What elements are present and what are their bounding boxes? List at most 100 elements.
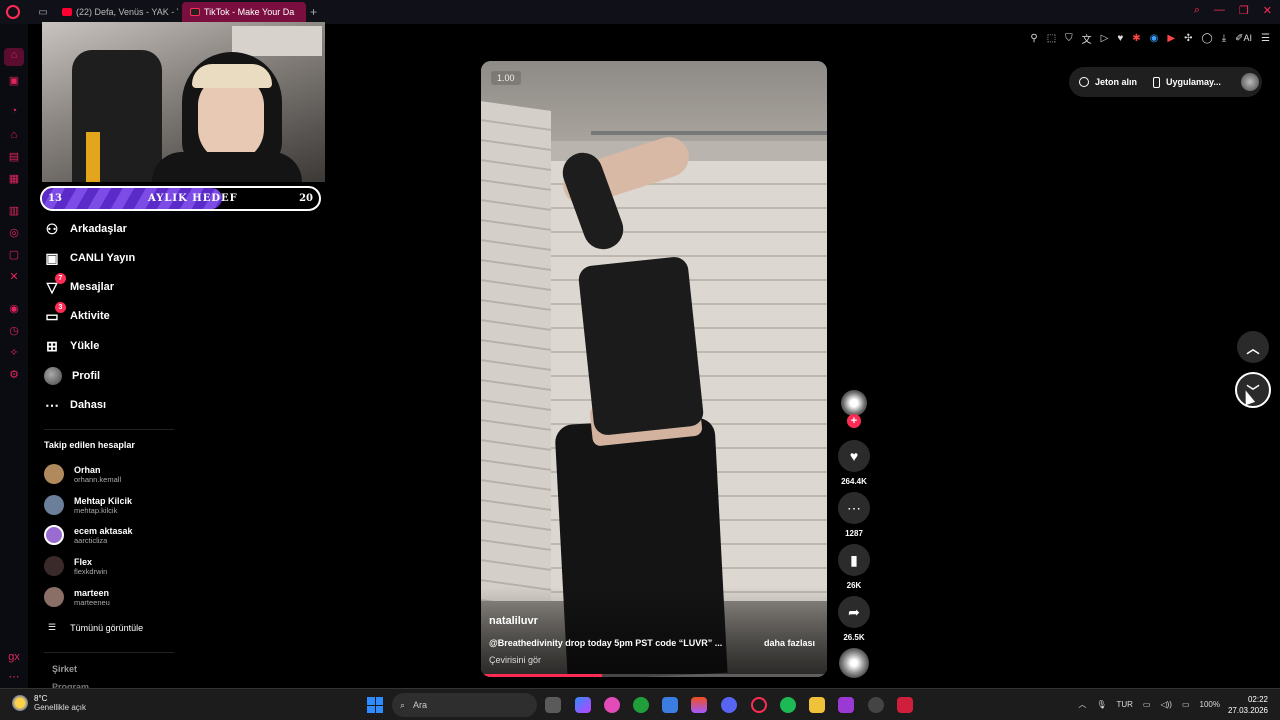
profile-icon[interactable]: ◯	[1202, 33, 1213, 44]
following-item[interactable]: Flex flexkdrwin	[44, 556, 107, 576]
see-all-following[interactable]: ☰ Tümünü görüntüle	[48, 622, 143, 633]
follow-button[interactable]: +	[847, 414, 861, 428]
nav-live[interactable]: ▣ CANLI Yayın	[44, 250, 135, 266]
chevron-up-icon: ︿	[1246, 340, 1260, 356]
video-player[interactable]: 1.00 nataliluvr @Breathedivinity drop to…	[481, 61, 827, 677]
get-coins-link[interactable]: Jeton alın	[1095, 77, 1137, 87]
tab-youtube[interactable]: (22) Defa, Venüs - YAK - Y	[54, 2, 178, 22]
webcam-fringe	[192, 64, 272, 88]
start-button[interactable]	[367, 697, 383, 713]
language-indicator[interactable]: TUR	[1116, 700, 1132, 709]
opera-logo-icon[interactable]	[6, 5, 20, 19]
weather-widget[interactable]: 8°C Genellikle açık	[12, 694, 86, 712]
instagram-icon[interactable]: ▢	[7, 248, 21, 262]
photos-icon[interactable]	[604, 697, 620, 713]
caption-more-link[interactable]: daha fazlası	[764, 638, 815, 648]
tab-islands-icon[interactable]: ▭	[36, 7, 50, 18]
opera-gx-icon[interactable]	[751, 697, 767, 713]
figma-icon[interactable]	[691, 697, 707, 713]
battery-icon[interactable]: ▭	[1182, 700, 1190, 709]
menu-icon[interactable]: ☰	[1261, 33, 1270, 44]
aria-icon[interactable]: ◔	[7, 104, 21, 118]
minimize-button[interactable]: —	[1214, 4, 1225, 17]
video-progress-bar[interactable]	[481, 674, 827, 677]
youtube-ext-icon[interactable]: ▶	[1167, 33, 1175, 44]
play-icon[interactable]: ▷	[1101, 33, 1109, 44]
download-icon[interactable]: ⤓	[1222, 33, 1226, 44]
system-tray: ︿ 🎙 TUR ▭ ◁)) ▭ 100%	[1078, 699, 1220, 710]
file-explorer-icon[interactable]	[809, 697, 825, 713]
more-dots-icon[interactable]: ⋯	[7, 670, 21, 684]
clock[interactable]: 02:22 27.03.2026	[1228, 694, 1268, 716]
settings-icon[interactable]: ⚙	[7, 368, 21, 382]
player-icon[interactable]: ▦	[7, 172, 21, 186]
settings-app-icon[interactable]	[868, 697, 884, 713]
copilot-icon[interactable]	[575, 697, 591, 713]
get-app-link[interactable]: Uygulamay...	[1166, 77, 1221, 87]
divider	[44, 652, 174, 653]
nav-friends[interactable]: ⚇ Arkadaşlar	[44, 221, 127, 237]
close-button[interactable]: ✕	[1263, 4, 1272, 17]
user-avatar[interactable]	[1240, 73, 1259, 91]
maximize-button[interactable]: ❐	[1239, 4, 1249, 17]
shopping-icon[interactable]: ⌂	[7, 128, 21, 142]
x-icon[interactable]: ✕	[7, 270, 21, 284]
nav-profile[interactable]: Profil	[44, 367, 100, 385]
messages-badge: 7	[55, 273, 66, 284]
twitch-icon[interactable]: ▥	[7, 204, 21, 218]
translate-icon[interactable]: 文	[1082, 31, 1092, 46]
author-avatar[interactable]	[841, 390, 867, 416]
heart-icon[interactable]: ♥	[1117, 33, 1123, 44]
extension-blue-icon[interactable]: ◉	[1150, 33, 1159, 44]
nav-more[interactable]: ⋯ Dahası	[44, 397, 106, 413]
following-item[interactable]: marteen marteeneu	[44, 587, 110, 607]
following-item[interactable]: ecem aktasak aarcticliza	[44, 525, 133, 545]
extension-red-icon[interactable]: ✱	[1132, 33, 1140, 44]
search-tabs-icon[interactable]: ⌕	[1194, 4, 1200, 17]
spotify-icon[interactable]	[780, 697, 796, 713]
instagram-app-icon[interactable]	[838, 697, 854, 713]
video-author[interactable]: nataliluvr	[489, 615, 538, 627]
store-icon[interactable]	[662, 697, 678, 713]
share-button[interactable]: ➦	[838, 596, 870, 628]
puzzle-icon[interactable]: ✣	[1184, 33, 1192, 44]
pin-icon[interactable]: ⚲	[1030, 33, 1037, 44]
xbox-icon[interactable]	[633, 697, 649, 713]
taskbar-search[interactable]: ⌕ Ara	[392, 693, 537, 717]
ai-icon[interactable]: ✐AI	[1235, 33, 1252, 44]
nav-upload[interactable]: ⊞ Yükle	[44, 338, 99, 354]
comment-button[interactable]: ⋯	[838, 492, 870, 524]
whatsapp-icon[interactable]: ◎	[7, 226, 21, 240]
volume-icon[interactable]: ◁))	[1160, 700, 1171, 709]
network-icon[interactable]: ▭	[1143, 700, 1151, 709]
snapshot-icon[interactable]: ⬚	[1047, 33, 1056, 44]
following-item[interactable]: Mehtap Kilcik mehtap.kilcik	[44, 495, 132, 515]
player-circle-icon[interactable]: ◉	[7, 302, 21, 316]
wallet-icon[interactable]: ▤	[7, 150, 21, 164]
tab-label: (22) Defa, Venüs - YAK - Y	[76, 7, 178, 17]
tab-tiktok[interactable]: TikTok - Make Your Da	[182, 2, 306, 22]
gaming-icon[interactable]: ▣	[7, 74, 21, 88]
save-button[interactable]: ▮	[838, 544, 870, 576]
nav-messages[interactable]: ▽ 7 Mesajlar	[44, 273, 114, 295]
translate-link[interactable]: Çevirisini gör	[489, 655, 541, 665]
history-icon[interactable]: ◷	[7, 324, 21, 338]
like-button[interactable]: ♥	[838, 440, 870, 472]
music-disc-icon[interactable]	[839, 648, 869, 678]
extensions-icon[interactable]: ✧	[7, 346, 21, 360]
nav-activity[interactable]: ▭ 3 Aktivite	[44, 302, 110, 324]
gx-icon[interactable]: gx	[7, 650, 21, 664]
task-view-icon[interactable]	[545, 697, 561, 713]
following-item[interactable]: Orhan orhann.kemall	[44, 464, 121, 484]
playback-speed[interactable]: 1.00	[491, 71, 521, 85]
shield-icon[interactable]: ⛉	[1065, 33, 1073, 44]
tray-expand-icon[interactable]: ︿	[1078, 699, 1086, 710]
avatar	[44, 525, 64, 545]
microphone-icon[interactable]: 🎙	[1096, 700, 1106, 709]
previous-video-button[interactable]: ︿	[1237, 331, 1269, 363]
new-tab-button[interactable]: +	[310, 5, 317, 19]
company-link[interactable]: Şirket	[52, 664, 77, 674]
home-icon[interactable]: ⌂	[4, 48, 24, 66]
discord-icon[interactable]	[721, 697, 737, 713]
app-red-icon[interactable]	[897, 697, 913, 713]
